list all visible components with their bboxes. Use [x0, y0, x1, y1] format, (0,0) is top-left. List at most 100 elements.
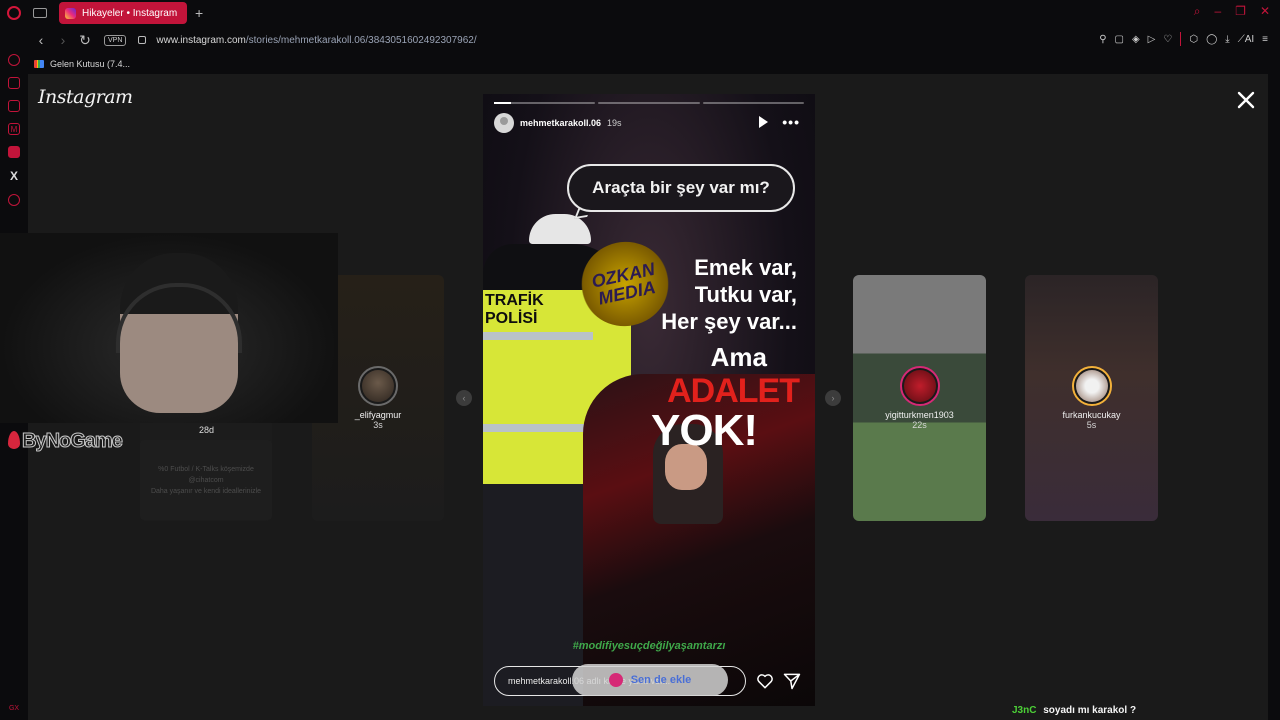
avatar	[608, 673, 623, 687]
stream-chat-message: J3nC soyadı mı karakol ?	[1012, 705, 1136, 716]
ghost-line-2: @cihatcom	[188, 477, 224, 484]
story-viewer[interactable]: mehmetkarakoll.06 19s ••• TRAFİK POLİSİ …	[483, 94, 815, 706]
avatar	[899, 366, 940, 406]
slogan-line-3: Her şey var...	[661, 309, 797, 334]
more-options-icon[interactable]: •••	[782, 115, 800, 129]
pin-icon[interactable]: ⚲	[1099, 34, 1106, 45]
story-preview-ghost-content: %0 Futbol / K-Talks köşemizde @cihatcom …	[140, 440, 272, 520]
aria-ai-button[interactable]: ⟋AI	[1238, 34, 1254, 45]
story-preview-furkankucukay[interactable]: furkankucukay 5s	[1025, 275, 1158, 521]
avatar	[1071, 366, 1112, 406]
bookmark-gmail[interactable]: Gelen Kutusu (7.4...	[50, 59, 130, 69]
x-twitter-icon[interactable]: X	[10, 169, 18, 183]
next-story-icon[interactable]: ›	[825, 390, 841, 406]
share-icon[interactable]	[782, 671, 802, 691]
brand-text: ByNoGame	[22, 430, 124, 453]
bookmarks-bar: Gelen Kutusu (7.4...	[28, 54, 1280, 74]
history-icon[interactable]	[8, 194, 20, 206]
story-time: 19s	[607, 118, 622, 128]
tab-instagram[interactable]: Hikayeler • Instagram	[59, 2, 187, 24]
reflective-stripe	[483, 332, 593, 340]
tab-overview-icon[interactable]	[33, 8, 47, 18]
preview-username: yigitturkmen1903	[885, 410, 954, 420]
play-icon[interactable]: ▷	[1148, 34, 1156, 45]
maximize-icon[interactable]: ❐	[1235, 4, 1246, 19]
shield-icon[interactable]: ◈	[1132, 34, 1140, 45]
avatar[interactable]	[494, 113, 514, 133]
progress-fill	[494, 102, 512, 104]
preview-age: 3s	[373, 420, 383, 430]
ama-text: Ama	[710, 342, 767, 372]
scrollbar[interactable]	[1268, 74, 1280, 720]
preview-age: 5s	[1086, 420, 1097, 430]
close-icon[interactable]	[1234, 88, 1258, 112]
url-path: /stories/mehmetkarakoll.06/3843051602492…	[245, 34, 477, 46]
chat-text: soyadı mı karakol ?	[1043, 705, 1137, 716]
extensions-icon[interactable]: ⬡	[1189, 34, 1198, 45]
sidebar-gx-label: GX	[8, 705, 20, 712]
toolbar-separator	[1180, 32, 1182, 46]
ghost-line-1: %0 Futbol / K-Talks köşemizde	[158, 466, 254, 473]
toolbar-icons: ⚲ ▢ ◈ ▷ ♡ ⬡ ◯ ⤓ ⟋AI ≡	[1099, 32, 1268, 46]
story-controls: •••	[759, 115, 800, 129]
ghost-line-3: Daha yaşanır ve kendi ideallerinizle	[150, 488, 262, 495]
preview-age-28d: 28d	[199, 425, 215, 435]
bynogame-watermark: ByNoGame	[8, 430, 124, 453]
address-bar: ‹ › ↻ VPN www.instagram.com/stories/mehm…	[28, 26, 1280, 54]
window-controls: ⌕ – ❐ ✕	[1194, 4, 1270, 19]
progress-segment	[598, 102, 700, 104]
player-icon[interactable]: M	[8, 123, 20, 135]
back-icon[interactable]: ‹	[32, 32, 50, 48]
yok-text: YOK!	[651, 406, 758, 455]
download-icon[interactable]: ⤓	[1225, 34, 1229, 45]
story-username[interactable]: mehmetkarakoll.06	[520, 118, 601, 128]
gmail-icon	[34, 60, 44, 68]
play-icon[interactable]	[759, 116, 769, 128]
webcam-overlay	[0, 233, 338, 423]
officer-line-1: TRAFİK	[485, 292, 544, 309]
messenger-icon[interactable]	[8, 100, 20, 112]
story-progress	[494, 102, 804, 104]
preview-username: furkankucukay	[1062, 410, 1121, 420]
tab-title: Hikayeler • Instagram	[82, 7, 178, 19]
close-window-icon[interactable]: ✕	[1260, 4, 1270, 19]
gx-control-icon[interactable]	[8, 54, 20, 66]
search-icon[interactable]: ⌕	[1194, 4, 1201, 19]
flame-icon	[8, 431, 20, 449]
reload-icon[interactable]: ↻	[76, 32, 94, 49]
minimize-icon[interactable]: –	[1214, 4, 1221, 19]
progress-segment	[494, 102, 596, 104]
avatar	[358, 366, 398, 406]
preview-age: 22s	[912, 420, 927, 430]
officer-cap	[529, 214, 591, 244]
forward-icon[interactable]: ›	[54, 32, 72, 48]
ai-label: AI	[1244, 33, 1255, 45]
previous-story-icon[interactable]: ‹	[456, 390, 472, 406]
instagram-favicon-icon	[65, 7, 76, 19]
officer-line-2: POLİSİ	[485, 310, 538, 327]
progress-segment	[702, 102, 804, 104]
like-icon[interactable]	[755, 671, 775, 691]
add-to-story-button[interactable]: Sen de ekle	[572, 664, 728, 696]
story-preview-yigitturkmen1903[interactable]: yigitturkmen1903 22s	[853, 275, 986, 521]
slogan-line-1: Emek var,	[694, 255, 797, 280]
twitch-icon[interactable]	[8, 146, 20, 158]
heart-icon[interactable]: ♡	[1163, 34, 1172, 45]
new-tab-icon[interactable]: +	[195, 5, 203, 21]
gx-cleaner-icon[interactable]	[8, 77, 20, 89]
lock-icon[interactable]	[138, 36, 147, 44]
vpn-badge[interactable]: VPN	[104, 34, 127, 46]
easy-setup-icon[interactable]: ≡	[1262, 34, 1268, 45]
account-icon[interactable]: ◯	[1206, 34, 1217, 45]
instagram-logo[interactable]: Instagram	[38, 86, 133, 108]
snapshot-icon[interactable]: ▢	[1115, 34, 1124, 45]
story-header: mehmetkarakoll.06 19s	[494, 113, 622, 133]
slogan-line-2: Tutku var,	[694, 282, 797, 307]
opera-menu-icon[interactable]	[7, 6, 21, 20]
preview-username: _elifyagmur	[354, 410, 402, 420]
url-field[interactable]: www.instagram.com/stories/mehmetkarakoll…	[156, 35, 476, 46]
slogan: Emek var, Tutku var, Her şey var...	[661, 254, 797, 335]
story-hashtag: #modifiyesuçdeğilyaşamtarzı	[572, 640, 726, 652]
url-host: www.instagram.com	[156, 34, 246, 46]
chat-user: J3nC	[1012, 705, 1037, 716]
